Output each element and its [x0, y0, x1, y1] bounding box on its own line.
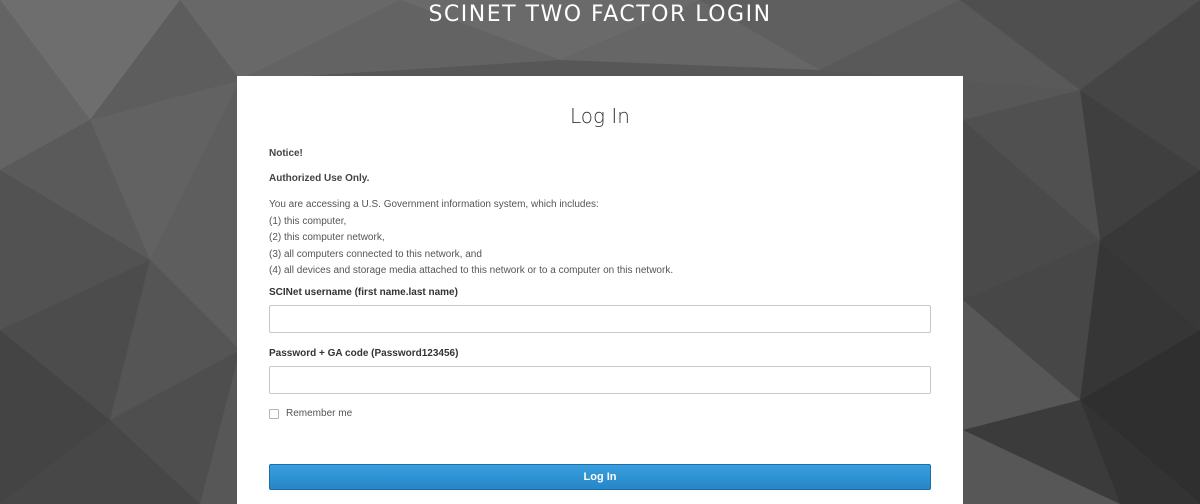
username-label: SCINet username (first name.last name): [269, 287, 458, 298]
username-input[interactable]: [269, 305, 931, 333]
notice-subheading: Authorized Use Only.: [269, 173, 370, 184]
unchecked-checkbox-icon[interactable]: [269, 408, 279, 419]
password-label: Password + GA code (Password123456): [269, 348, 459, 359]
notice-line: (3) all computers connected to this netw…: [269, 248, 482, 260]
login-card-title: Log In: [570, 104, 630, 128]
notice-body: You are accessing a U.S. Government info…: [269, 197, 673, 280]
password-input[interactable]: [269, 366, 931, 394]
notice-line: (1) this computer,: [269, 215, 347, 227]
login-card: Log In Notice! Authorized Use Only. You …: [237, 76, 963, 504]
notice-line: You are accessing a U.S. Government info…: [269, 199, 599, 210]
notice-line: (4) all devices and storage media attach…: [269, 265, 674, 276]
notice-heading: Notice!: [269, 148, 303, 159]
remember-me-row[interactable]: Remember me: [269, 408, 352, 419]
site-title: SCINET TWO FACTOR LOGIN: [428, 2, 772, 27]
remember-me-label: Remember me: [286, 408, 353, 419]
notice-line: (2) this computer network,: [269, 232, 385, 243]
login-button[interactable]: Log In: [269, 464, 931, 490]
